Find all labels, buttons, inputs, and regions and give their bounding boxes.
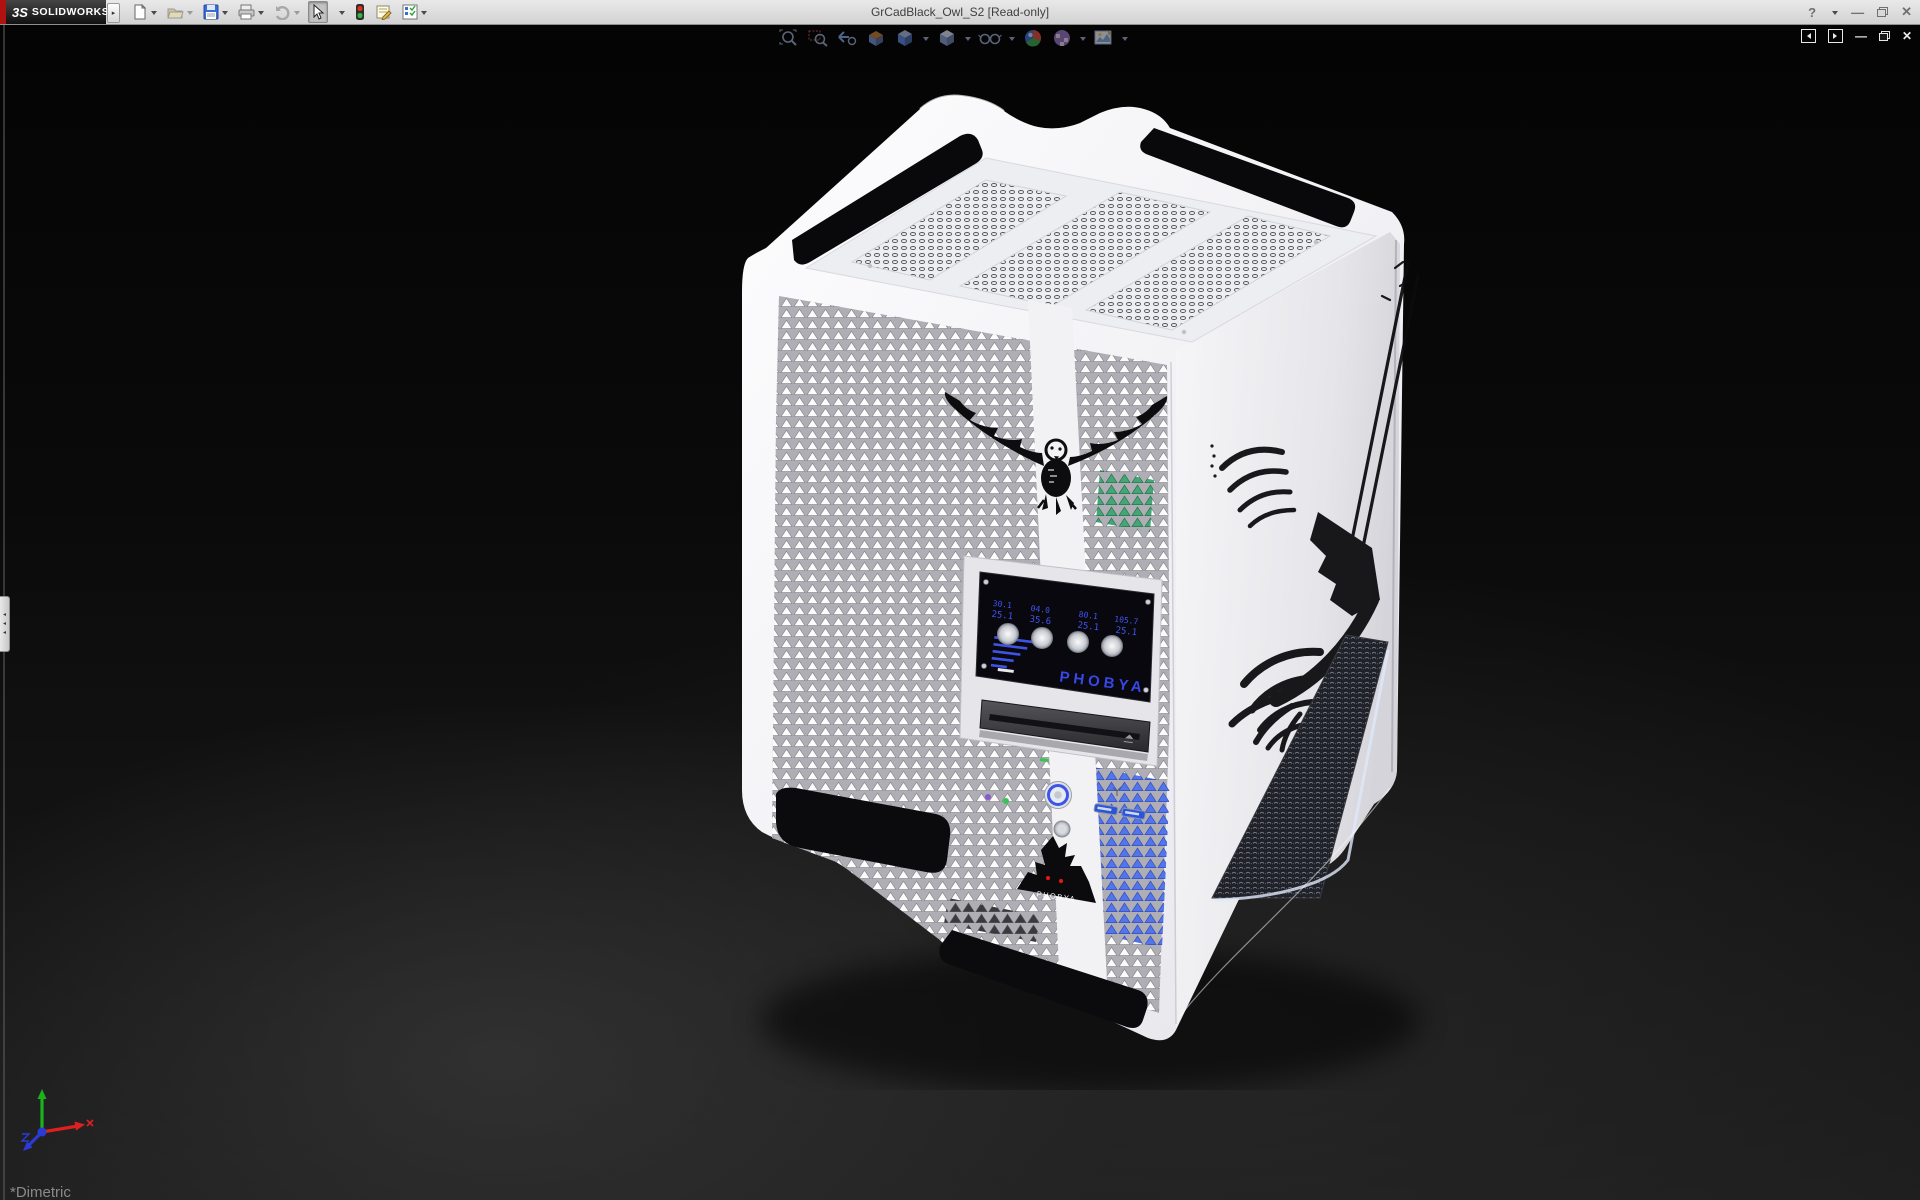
close-icon[interactable]: ✕	[1901, 4, 1912, 20]
display-style-dropdown[interactable]	[965, 37, 971, 44]
standard-toolbar	[130, 0, 429, 24]
save-button[interactable]	[201, 2, 230, 22]
view-settings-icon[interactable]	[1092, 27, 1116, 49]
solidworks-logo: 3S SOLIDWORKS	[6, 0, 106, 24]
options-checklist-icon	[402, 4, 418, 20]
menu-expand-arrow[interactable]: ▸	[107, 3, 120, 23]
green-mesh-cluster	[1096, 470, 1154, 532]
zoom-to-area-icon[interactable]	[806, 27, 830, 49]
hide-show-items-icon[interactable]	[977, 27, 1003, 49]
view-orientation-dropdown[interactable]	[923, 37, 929, 44]
hide-show-items-dropdown[interactable]	[1009, 37, 1015, 44]
new-document-button[interactable]	[130, 2, 159, 22]
power-button[interactable]	[1045, 782, 1072, 809]
doc-restore-icon[interactable]	[1879, 31, 1890, 41]
pc-case-3d-model: 30.1 04.0 80.1 105.7 25.1 35.6 25.1 25.1…	[700, 60, 1460, 1090]
pane-collapse-right-icon[interactable]	[1828, 29, 1843, 43]
title-bar: 3S SOLIDWORKS ▸ GrCadBlack	[0, 0, 1920, 25]
minimize-icon[interactable]: —	[1851, 5, 1864, 20]
zoom-to-fit-icon[interactable]	[777, 27, 801, 49]
led-green	[1003, 798, 1009, 804]
led-purple	[985, 794, 991, 800]
apply-scene-icon[interactable]	[1050, 27, 1074, 49]
apply-scene-dropdown[interactable]	[1080, 37, 1086, 44]
section-view-icon[interactable]	[864, 27, 888, 49]
select-button[interactable]	[308, 1, 328, 23]
reset-button[interactable]	[1054, 821, 1070, 837]
design-binder-icon	[375, 4, 392, 20]
new-document-icon	[132, 4, 148, 20]
solidworks-logo-text: SOLIDWORKS	[32, 6, 109, 18]
doc-close-icon[interactable]: ✕	[1902, 29, 1912, 43]
select-dropdown[interactable]	[334, 2, 347, 22]
display-style-icon[interactable]	[935, 27, 959, 49]
save-icon	[203, 4, 219, 20]
design-binder-button[interactable]	[373, 2, 394, 22]
app-window-controls: ? — ✕	[1808, 0, 1912, 24]
open-icon	[167, 4, 184, 20]
help-icon[interactable]: ?	[1808, 5, 1816, 20]
fan-controller-bay: 30.1 04.0 80.1 105.7 25.1 35.6 25.1 25.1…	[960, 556, 1162, 766]
print-button[interactable]	[236, 2, 266, 22]
solidworks-logo-mark: 3S	[12, 5, 28, 20]
previous-view-icon[interactable]	[835, 27, 859, 49]
graphics-viewport[interactable]: — ✕ ◂ ◂ ◂	[0, 24, 1920, 1200]
options-checklist-button[interactable]	[400, 2, 429, 22]
view-orientation-icon[interactable]	[893, 27, 917, 49]
doc-minimize-icon[interactable]: —	[1855, 29, 1867, 43]
interference-check-button[interactable]	[353, 2, 367, 22]
orientation-triad	[18, 1086, 96, 1156]
undo-icon	[274, 4, 291, 20]
traffic-light-icon	[355, 4, 365, 21]
open-button[interactable]	[165, 2, 195, 22]
feature-panel-collapsed-tab[interactable]: ◂ ◂ ◂	[0, 596, 10, 652]
view-settings-dropdown[interactable]	[1122, 37, 1128, 44]
restore-icon[interactable]	[1877, 7, 1888, 17]
doc-window-controls: — ✕	[1801, 29, 1912, 43]
case-side-panel	[1176, 232, 1400, 1028]
select-cursor-icon	[311, 4, 325, 20]
print-icon	[238, 4, 255, 20]
edit-appearance-icon[interactable]	[1021, 27, 1045, 49]
help-dropdown[interactable]	[1832, 11, 1838, 18]
pane-collapse-left-icon[interactable]	[1801, 29, 1816, 43]
view-orientation-label: *Dimetric	[10, 1184, 71, 1200]
heads-up-view-toolbar	[777, 27, 1129, 49]
undo-button[interactable]	[272, 2, 302, 22]
